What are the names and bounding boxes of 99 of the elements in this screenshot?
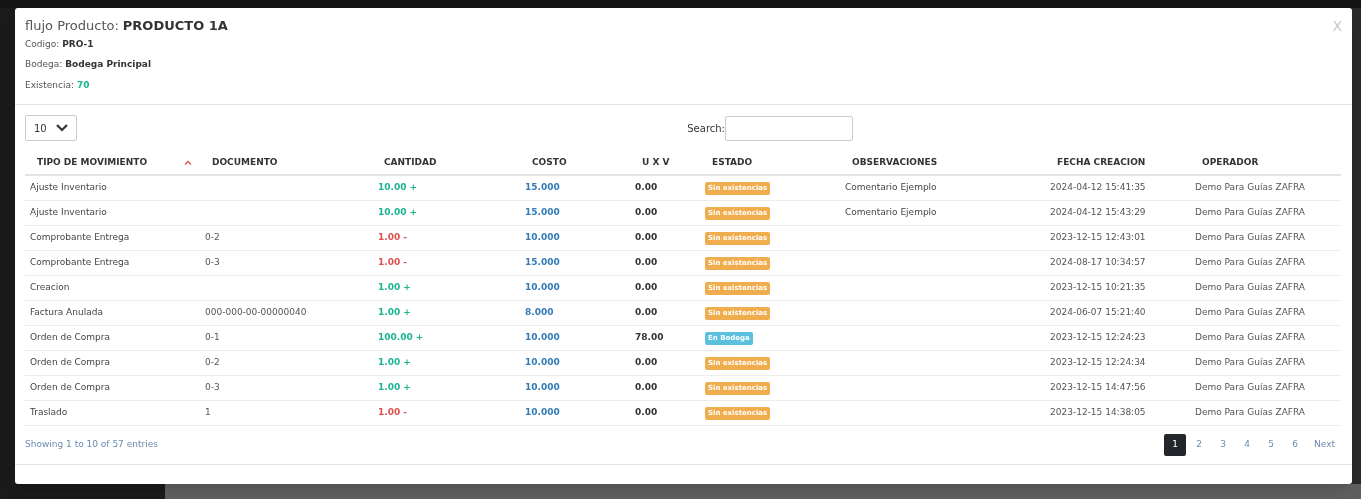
table-cell: 1.00 + [378, 357, 411, 368]
page-button[interactable]: 4 [1236, 434, 1259, 456]
column-header[interactable]: TIPO DE MOVIMIENTO [25, 155, 200, 170]
column-header[interactable]: OPERADOR [1190, 155, 1341, 170]
field-value: Bodega Principal [65, 58, 151, 71]
search-field[interactable] [725, 115, 853, 141]
table-cell: Traslado [30, 407, 68, 418]
table-cell: 0.00 [635, 307, 658, 318]
table-cell: Creacion [30, 282, 70, 293]
table-cell: Factura Anulada [30, 307, 103, 318]
column-header[interactable]: FECHA CREACION [1045, 155, 1190, 170]
table-cell: 0-2 [205, 232, 220, 243]
table-cell: Orden de Compra [30, 357, 111, 368]
table-cell: 15.000 [525, 207, 560, 218]
table-cell: 1 [205, 407, 211, 418]
table-cell: Orden de Compra [30, 332, 111, 343]
dialog-title: PRODUCTO 1A [122, 17, 228, 35]
search-label: Search: [687, 121, 725, 136]
table-cell: Ajuste Inventario [30, 182, 107, 193]
page-size-select[interactable]: 10 [25, 115, 77, 141]
column-header[interactable]: DOCUMENTO [200, 155, 372, 170]
table-cell: 2024-04-12 15:41:35 [1050, 182, 1146, 193]
table-cell: Demo Para Guías ZAFRA [1195, 207, 1305, 218]
table-cell: 1.00 - [378, 407, 408, 418]
table-cell: Demo Para Guías ZAFRA [1195, 332, 1305, 343]
table-cell: 10.000 [525, 382, 560, 393]
table-cell: 8.000 [525, 307, 554, 318]
field-value: 70 [76, 78, 90, 92]
table-cell: 10.000 [525, 332, 560, 343]
table-cell: Demo Para Guías ZAFRA [1195, 232, 1305, 243]
table-cell: 2023-12-15 12:43:01 [1050, 232, 1146, 243]
table-cell: 10.000 [525, 232, 560, 243]
table-cell: 10.000 [525, 407, 560, 418]
table-cell: Comprobante Entrega [30, 257, 130, 268]
table-cell: 2023-12-15 14:47:56 [1050, 382, 1146, 393]
table-cell: 2023-12-15 12:24:34 [1050, 357, 1146, 368]
table-cell: Demo Para Guías ZAFRA [1195, 357, 1305, 368]
table-cell: 2023-12-15 12:24:23 [1050, 332, 1146, 343]
table-cell: 0-1 [205, 332, 220, 343]
entries-info: Showing 1 to 10 of 57 entries [25, 438, 158, 452]
column-header[interactable]: OBSERVACIONES [840, 155, 1045, 170]
column-header[interactable]: U X V [630, 155, 700, 170]
table-cell: 2023-12-15 14:38:05 [1050, 407, 1146, 418]
chevron-down-icon [56, 124, 68, 132]
table-cell: 0.00 [635, 382, 658, 393]
column-header[interactable]: CANTIDAD [372, 155, 520, 170]
table-cell: 1.00 + [378, 307, 411, 318]
table-cell: 100.00 + [378, 332, 424, 343]
table-cell: 10.00 + [378, 182, 418, 193]
table-cell: 15.000 [525, 182, 560, 193]
table-cell: 78.00 [635, 332, 664, 343]
page-button[interactable]: 5 [1260, 434, 1283, 456]
table-cell: 1.00 - [378, 257, 408, 268]
table-cell: 10.000 [525, 357, 560, 368]
table-cell: 1.00 - [378, 232, 408, 243]
table-cell: 10.000 [525, 282, 560, 293]
page-button[interactable]: 2 [1188, 434, 1211, 456]
table-cell: 0.00 [635, 257, 658, 268]
table-cell: 2024-04-12 15:43:29 [1050, 207, 1146, 218]
field-value: PRO-1 [62, 37, 94, 51]
table-cell: 2024-08-17 10:34:57 [1050, 257, 1146, 268]
table-cell: Demo Para Guías ZAFRA [1195, 307, 1305, 318]
field-label: Existencia: [25, 78, 74, 92]
table-cell: Orden de Compra [30, 382, 111, 393]
table-cell: 2024-06-07 15:21:40 [1050, 307, 1146, 318]
table-cell: Demo Para Guías ZAFRA [1195, 382, 1305, 393]
field-label: Codigo: [25, 37, 60, 51]
table-cell: 10.00 + [378, 207, 418, 218]
page-button[interactable]: Next [1308, 434, 1341, 456]
table-cell: 1.00 + [378, 282, 411, 293]
field-label: Bodega: [25, 58, 63, 71]
table-cell: 0-2 [205, 357, 220, 368]
table-cell: Comentario Ejemplo [845, 182, 937, 193]
table-cell: 0-3 [205, 257, 220, 268]
table-cell: Demo Para Guías ZAFRA [1195, 282, 1305, 293]
table-cell: 1.00 + [378, 382, 411, 393]
table-cell: 15.000 [525, 257, 560, 268]
dialog-title-label: flujo Producto: [25, 17, 119, 35]
table-cell: 0.00 [635, 282, 658, 293]
table-cell: 0.00 [635, 407, 658, 418]
table-cell: Comprobante Entrega [30, 232, 130, 243]
column-header[interactable]: COSTO [520, 155, 630, 170]
table-cell: Comentario Ejemplo [845, 207, 937, 218]
table-cell: 0.00 [635, 232, 658, 243]
page-button[interactable]: 6 [1284, 434, 1307, 456]
column-header[interactable]: ESTADO [700, 155, 840, 170]
table-cell: 000-000-00-00000040 [205, 307, 307, 318]
table-cell: Demo Para Guías ZAFRA [1195, 407, 1305, 418]
sort-caret-icon[interactable] [184, 160, 192, 165]
table-cell: 0-3 [205, 382, 220, 393]
table-cell: Demo Para Guías ZAFRA [1195, 257, 1305, 268]
table-cell: Demo Para Guías ZAFRA [1195, 182, 1305, 193]
page-button[interactable]: 3 [1212, 434, 1235, 456]
table-cell: 2023-12-15 10:21:35 [1050, 282, 1146, 293]
table-cell: Ajuste Inventario [30, 207, 107, 218]
page-button[interactable]: 1 [1164, 434, 1187, 456]
table-cell: 0.00 [635, 357, 658, 368]
table-cell: 0.00 [635, 182, 658, 193]
table-cell: 0.00 [635, 207, 658, 218]
